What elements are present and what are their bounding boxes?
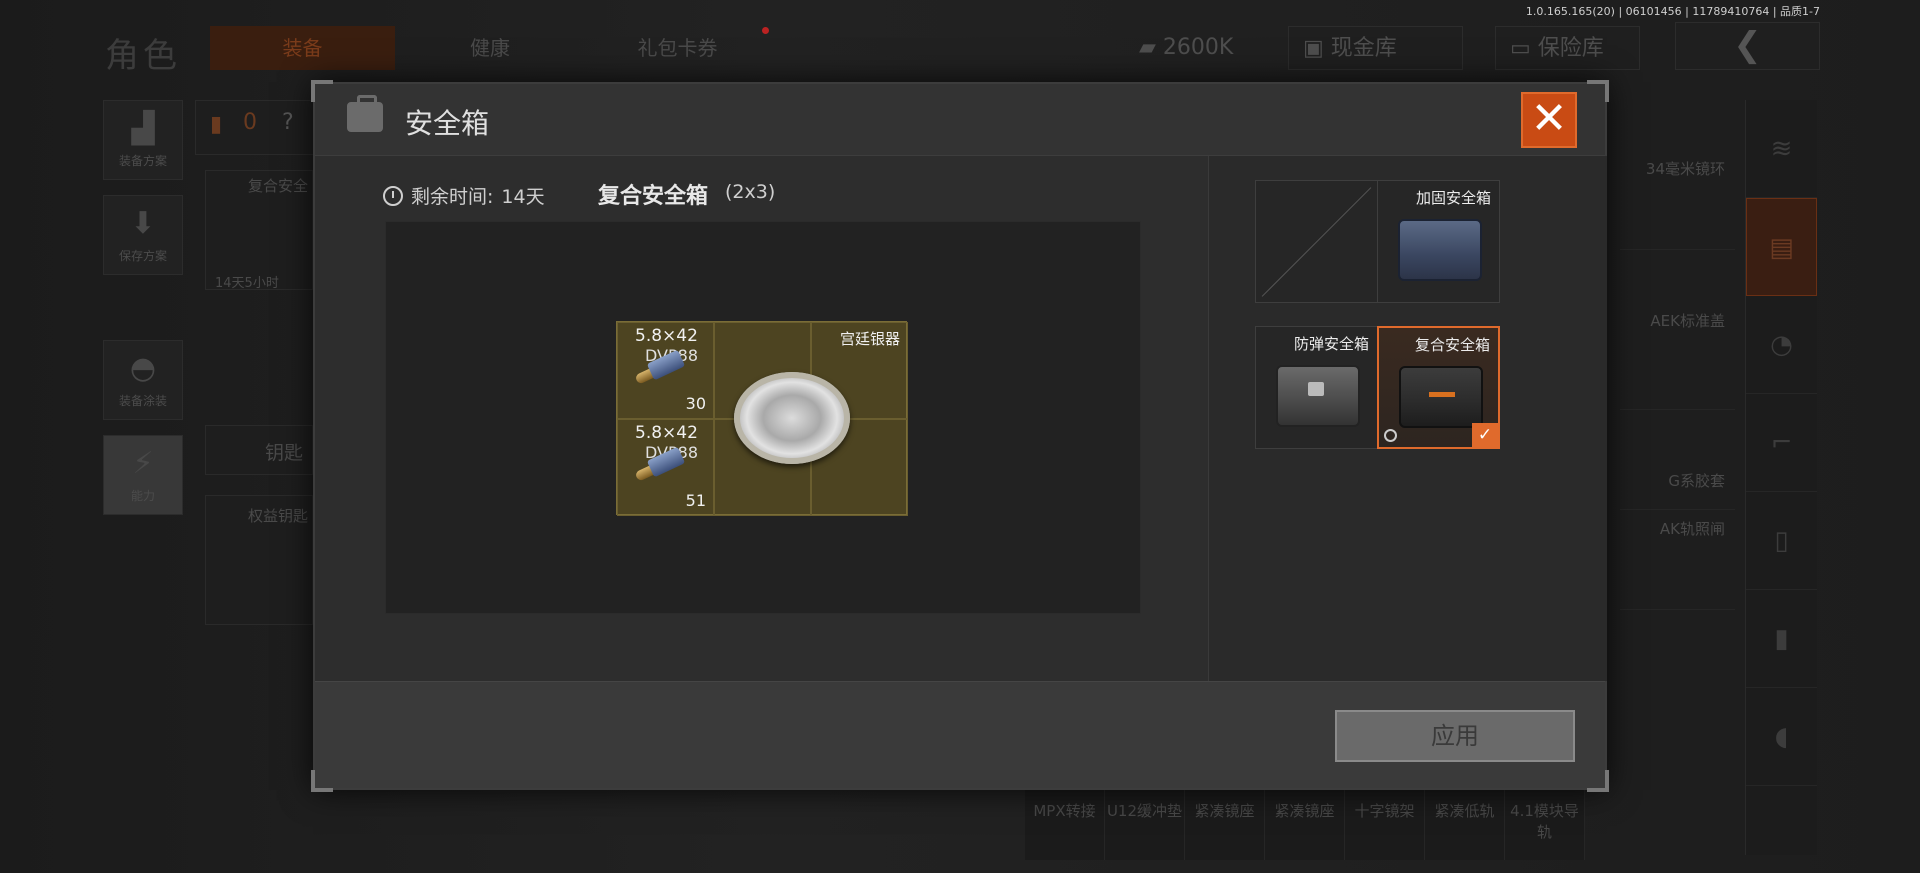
helmet-icon: ◓ <box>129 351 157 386</box>
bg-case-label: 复合安全 <box>248 177 309 195</box>
list-item[interactable]: MPX转接 <box>1025 790 1105 860</box>
reinforced-case-icon <box>1398 219 1482 281</box>
checkmark-icon: ✓ <box>1472 423 1498 447</box>
magazine-icon: ▯ <box>1774 526 1789 556</box>
version-text: 1.0.165.165(20) | 06101456 | 11789410764… <box>1525 5 1820 18</box>
remaining-time: 剩余时间: 14天 <box>383 182 545 209</box>
bullet-icon <box>634 446 687 482</box>
currency-safe-vault[interactable]: ▭ 保险库 <box>1495 26 1640 70</box>
safe-box-modal: 安全箱 ✕ 剩余时间: 14天 复合安全箱 (2x3) 5.8×42 DVP88 <box>311 80 1609 792</box>
list-item[interactable]: G系胶套 <box>1620 410 1735 510</box>
case-option-composite[interactable]: 复合安全箱 ✓ <box>1377 326 1500 449</box>
ammo-item[interactable]: 5.8×42 DVP88 30 <box>617 322 714 419</box>
clock-icon <box>1384 429 1397 442</box>
list-item[interactable]: 紧凑低轨 <box>1425 790 1505 860</box>
tab-health[interactable]: 健康 <box>420 26 560 70</box>
category-all[interactable]: ≋ <box>1746 100 1817 198</box>
list-item[interactable]: U12缓冲垫 <box>1105 790 1185 860</box>
stack-icon: ≋ <box>1770 134 1793 164</box>
list-item[interactable]: 4.1模块导轨 <box>1505 790 1585 860</box>
bg-keys-label: 钥匙 <box>265 442 304 464</box>
category-scope[interactable]: ▤ <box>1746 198 1817 296</box>
silver-plate-icon <box>734 372 850 464</box>
back-button[interactable]: ❮ <box>1675 22 1820 70</box>
case-option-empty[interactable] <box>1255 180 1378 303</box>
item-name: 宫廷银器 <box>839 330 900 348</box>
case-name: 复合安全箱 <box>598 184 709 209</box>
ammo-count: 51 <box>685 491 706 510</box>
apply-button[interactable]: 应用 <box>1335 710 1575 762</box>
modal-header: 安全箱 ✕ <box>315 84 1605 156</box>
clock-icon <box>383 185 403 206</box>
armor-icon: ▮ <box>210 112 223 137</box>
side-loadout-plan[interactable]: ▟ 装备方案 <box>103 100 183 180</box>
briefcase-icon <box>347 95 383 132</box>
chevron-left-icon: ❮ <box>1733 25 1762 65</box>
ammo-caliber: 5.8×42 <box>635 326 698 346</box>
list-item[interactable]: 十字镜架 <box>1345 790 1425 860</box>
category-stock[interactable]: ◖ <box>1746 688 1817 786</box>
bg-bottom-attachments: MPX转接 U12缓冲垫 紧凑镜座 紧凑镜座 十字镜架 紧凑低轨 4.1模块导轨 <box>1025 790 1585 860</box>
case-option-label: 复合安全箱 <box>1414 336 1490 354</box>
case-option-bulletproof[interactable]: 防弹安全箱 <box>1255 326 1378 449</box>
bulletproof-case-icon <box>1276 365 1360 427</box>
composite-case-icon <box>1399 366 1483 428</box>
inventory-grid-area: 5.8×42 DVP88 30 5.8×42 DVP88 51 宫廷银器 <box>385 221 1141 614</box>
bg-rights-label: 权益钥匙 <box>248 507 309 525</box>
close-icon: ✕ <box>1530 93 1568 144</box>
side-skin[interactable]: ◓ 装备涂装 <box>103 340 183 420</box>
bullet-icon <box>634 349 687 385</box>
list-item[interactable]: AK轨照闸 <box>1620 510 1735 610</box>
list-item[interactable]: 紧凑镜座 <box>1265 790 1345 860</box>
silver-plate-item[interactable]: 宫廷银器 <box>714 322 908 516</box>
grip-icon: ◔ <box>1770 330 1793 360</box>
case-grid: 5.8×42 DVP88 30 5.8×42 DVP88 51 宫廷银器 <box>616 321 908 516</box>
modal-footer: 应用 <box>315 681 1605 788</box>
lightning-icon: ⚡ <box>132 446 154 481</box>
bg-case-timer: 14天5小时 <box>215 276 279 291</box>
armor-count: 0 <box>243 110 257 135</box>
case-option-reinforced[interactable]: 加固安全箱 <box>1377 180 1500 303</box>
lock-icon <box>1308 382 1324 396</box>
category-magazine[interactable]: ▯ <box>1746 492 1817 590</box>
list-item[interactable]: 紧凑镜座 <box>1185 790 1265 860</box>
case-selection-panel: 加固安全箱 防弹安全箱 复合安全箱 ✓ <box>1209 156 1607 681</box>
currency-coins: ▰ 2600K <box>1139 35 1234 60</box>
case-size: (2x3) <box>725 181 776 203</box>
tab-equipment[interactable]: 装备 <box>210 26 395 70</box>
tab-gift-coupons[interactable]: 礼包卡券 <box>600 26 755 70</box>
backpack-icon: ▟ <box>131 111 155 146</box>
case-option-label: 加固安全箱 <box>1415 189 1491 207</box>
bullet-icon: ▮ <box>1774 624 1789 654</box>
currency-cash-vault[interactable]: ▣ 现金库 11M <box>1288 26 1463 105</box>
category-column: ≋ ▤ ◔ ⌐ ▯ ▮ ◖ <box>1745 100 1817 855</box>
list-item[interactable]: 34毫米镜环 <box>1620 150 1735 250</box>
category-rifle[interactable]: ⌐ <box>1746 394 1817 492</box>
category-grip[interactable]: ◔ <box>1746 296 1817 394</box>
safe-icon: ▭ <box>1510 36 1538 61</box>
bg-attachment-list: 34毫米镜环 AEK标准盖 G系胶套 AK轨照闸 <box>1620 150 1735 610</box>
rifle-icon: ⌐ <box>1770 428 1793 458</box>
notification-dot <box>762 27 769 34</box>
close-button[interactable]: ✕ <box>1521 92 1577 148</box>
stock-icon: ◖ <box>1774 722 1789 752</box>
help-icon[interactable]: ? <box>282 110 294 135</box>
category-ammo[interactable]: ▮ <box>1746 590 1817 688</box>
page-title: 角色 <box>105 36 181 76</box>
modal-title: 安全箱 <box>405 107 490 140</box>
scope-icon: ▤ <box>1769 233 1794 263</box>
ammo-item[interactable]: 5.8×42 DVP88 51 <box>617 419 714 516</box>
remaining-label: 剩余时间: <box>411 186 494 208</box>
case-option-label: 防弹安全箱 <box>1293 335 1369 353</box>
download-icon: ⬇ <box>130 206 156 241</box>
vault-icon: ▣ <box>1303 36 1331 61</box>
list-item[interactable]: AEK标准盖 <box>1620 250 1735 410</box>
side-ability[interactable]: ⚡ 能力 <box>103 435 183 515</box>
side-save-plan[interactable]: ⬇ 保存方案 <box>103 195 183 275</box>
case-contents-panel: 剩余时间: 14天 复合安全箱 (2x3) 5.8×42 DVP88 30 <box>315 156 1208 681</box>
remaining-value: 14天 <box>501 186 545 208</box>
coin-icon: ▰ <box>1139 35 1163 60</box>
ammo-caliber: 5.8×42 <box>635 423 698 443</box>
ammo-count: 30 <box>685 394 706 413</box>
